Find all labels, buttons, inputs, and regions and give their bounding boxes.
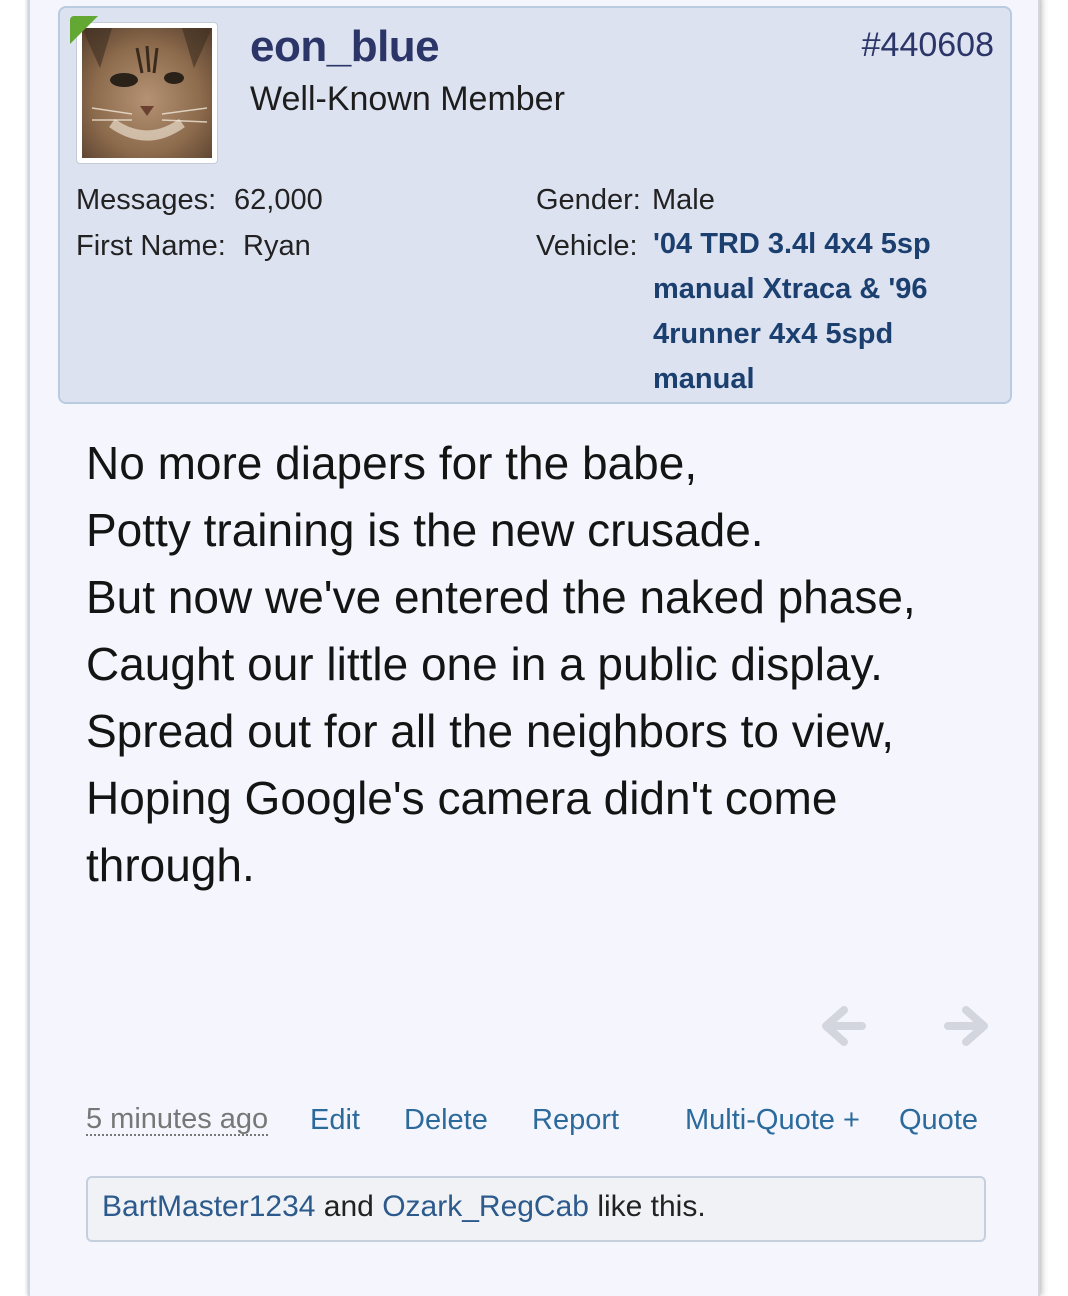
quote-button[interactable]: Quote <box>899 1104 978 1137</box>
vehicle-value: '04 TRD 3.4l 4x4 5sp manual Xtraca & '96… <box>653 228 931 395</box>
post-number-link[interactable]: #440608 <box>862 26 994 65</box>
multi-quote-button[interactable]: Multi-Quote + <box>685 1104 860 1137</box>
username[interactable]: eon_blue <box>250 22 440 72</box>
post-date-link[interactable]: 5 minutes ago <box>86 1104 269 1136</box>
messages-value: 62,000 <box>234 184 323 216</box>
report-link[interactable]: Report <box>532 1104 619 1137</box>
likes-summary: BartMaster1234 and Ozark_RegCab like thi… <box>86 1176 986 1242</box>
avatar-image <box>82 28 212 158</box>
arrow-left-icon[interactable] <box>818 1002 866 1050</box>
likes-conjunction: and <box>323 1190 374 1223</box>
user-info-panel: eon_blue Well-Known Member #440608 Messa… <box>58 6 1012 404</box>
gender-label: Gender: <box>536 184 641 216</box>
first-name-label: First Name: <box>76 230 226 262</box>
online-indicator-icon <box>70 16 98 44</box>
post-container: eon_blue Well-Known Member #440608 Messa… <box>28 0 1040 1296</box>
liker-link[interactable]: BartMaster1234 <box>102 1190 315 1223</box>
arrow-right-icon[interactable] <box>944 1002 992 1050</box>
likes-suffix: like this. <box>597 1190 706 1223</box>
edit-link[interactable]: Edit <box>310 1104 360 1137</box>
post-body: No more diapers for the babe, Potty trai… <box>86 437 916 891</box>
liker-link[interactable]: Ozark_RegCab <box>382 1190 589 1223</box>
gender-value: Male <box>652 184 715 216</box>
first-name-value: Ryan <box>243 230 311 262</box>
vehicle-label: Vehicle: <box>536 230 638 262</box>
messages-label: Messages: <box>76 184 217 216</box>
delete-link[interactable]: Delete <box>404 1104 488 1137</box>
user-title: Well-Known Member <box>250 80 565 118</box>
